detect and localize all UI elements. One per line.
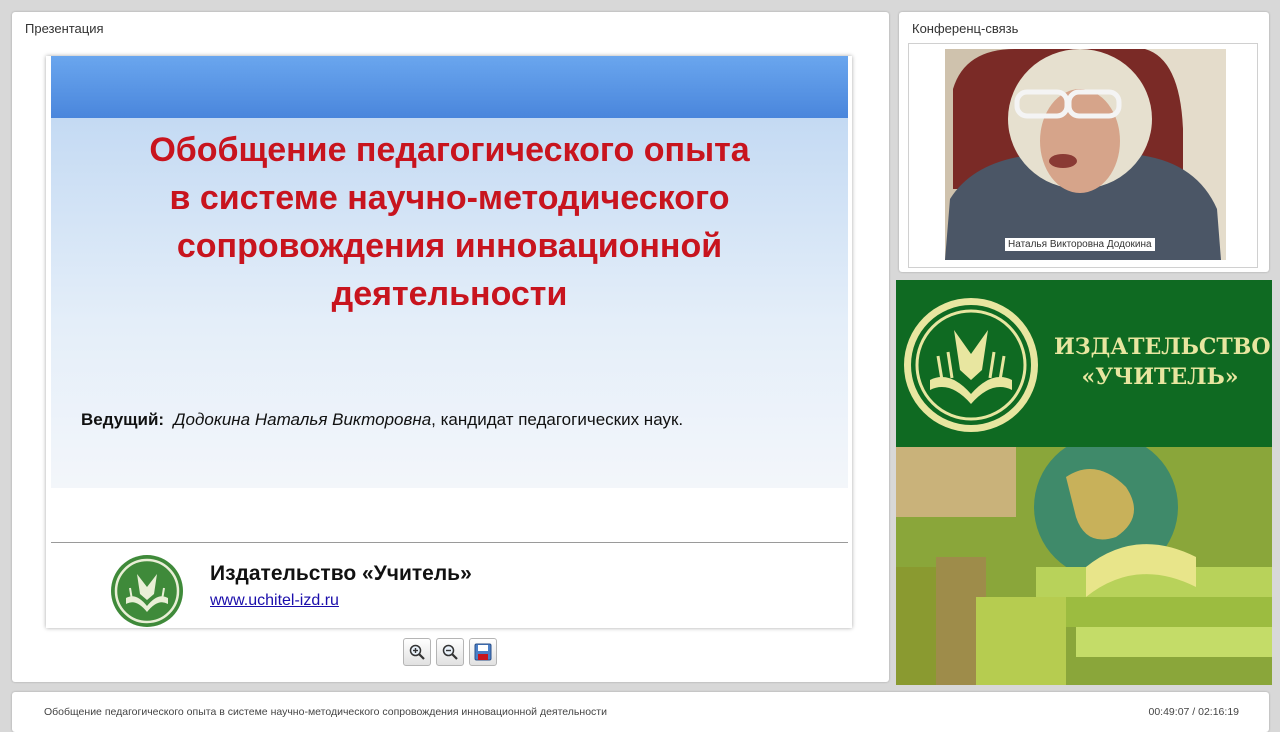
zoom-out-icon [442,644,458,660]
speaker-video-image [945,49,1226,260]
publisher-emblem-icon [904,298,1038,432]
slide: Обобщение педагогического опыта в систем… [46,56,852,628]
footer-title: Обобщение педагогического опыта в систем… [44,706,607,718]
speaker-name-label: Наталья Викторовна Додокина [1005,238,1155,251]
zoom-in-icon [409,644,425,660]
zoom-in-button[interactable] [403,638,431,666]
save-icon [474,643,492,661]
slide-divider [51,542,848,543]
banner-publisher-text: ИЗДАТЕЛЬСТВО «УЧИТЕЛЬ» [1054,334,1271,390]
presentation-panel-title: Презентация [25,21,104,36]
presentation-panel: Презентация Обобщение педагогического оп… [12,12,889,682]
save-button[interactable] [469,638,497,666]
presenter-name: Додокина Наталья Викторовна [173,410,432,429]
slide-title: Обобщение педагогического опыта в систем… [149,131,750,313]
video-frame: Наталья Викторовна Додокина [908,43,1258,268]
slide-publisher-url[interactable]: www.uchitel-izd.ru [210,592,339,610]
footer-bar: Обобщение педагогического опыта в систем… [12,692,1269,732]
slide-presenter: Ведущий: Додокина Наталья Викторовна, ка… [81,410,841,430]
presenter-degree: , кандидат педагогических наук. [431,410,684,429]
playback-time: 00:49:07 / 02:16:19 [1148,706,1240,718]
conference-panel-title: Конференц-связь [912,21,1019,36]
speaker-video[interactable]: Наталья Викторовна Додокина [945,49,1226,260]
zoom-out-button[interactable] [436,638,464,666]
slide-header-bar [51,56,848,118]
banner-books-photo [896,447,1272,685]
publisher-banner: ИЗДАТЕЛЬСТВО «УЧИТЕЛЬ» [896,280,1272,447]
slide-publisher-name: Издательство «Учитель» [210,562,472,585]
presenter-label: Ведущий: [81,410,165,429]
conference-panel: Конференц-связь Наталья Викторовна Додок… [899,12,1269,272]
publisher-logo-icon [111,555,183,627]
books-globe-image [896,447,1272,685]
